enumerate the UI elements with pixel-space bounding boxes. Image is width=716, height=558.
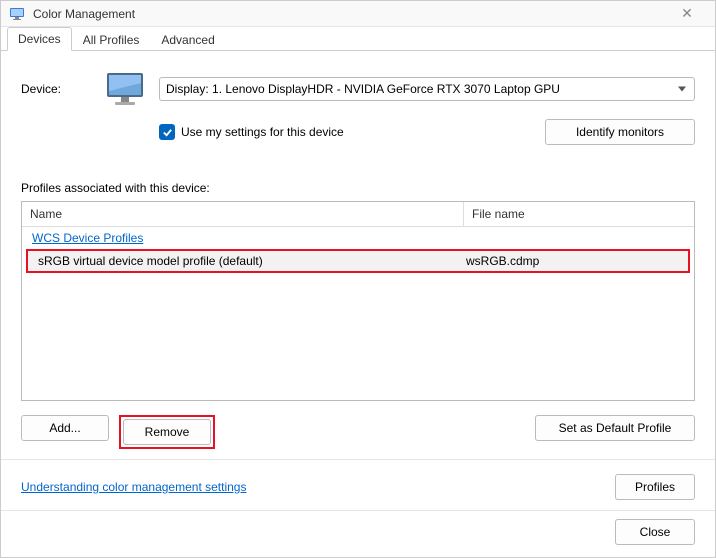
set-default-profile-button[interactable]: Set as Default Profile bbox=[535, 415, 695, 441]
device-row: Device: Display: 1. Lenovo DisplayHDR - … bbox=[21, 69, 695, 109]
profiles-table: Name File name WCS Device Profiles sRGB … bbox=[21, 201, 695, 401]
app-icon bbox=[9, 6, 25, 22]
device-selected-text: Display: 1. Lenovo DisplayHDR - NVIDIA G… bbox=[166, 82, 560, 96]
tab-advanced[interactable]: Advanced bbox=[150, 28, 225, 51]
device-options-row: Use my settings for this device Identify… bbox=[159, 119, 695, 145]
profiles-section-label: Profiles associated with this device: bbox=[21, 181, 695, 195]
use-my-settings-checkbox[interactable]: Use my settings for this device bbox=[159, 124, 545, 140]
titlebar: Color Management ✕ bbox=[1, 1, 715, 27]
close-button[interactable]: Close bbox=[615, 519, 695, 545]
highlight-annotation-remove: Remove bbox=[119, 415, 215, 449]
tab-bar: Devices All Profiles Advanced bbox=[1, 27, 715, 51]
column-header-file[interactable]: File name bbox=[464, 202, 694, 226]
highlight-annotation-row: sRGB virtual device model profile (defau… bbox=[26, 249, 690, 273]
profile-group-header[interactable]: WCS Device Profiles bbox=[22, 227, 694, 249]
tab-all-profiles[interactable]: All Profiles bbox=[72, 28, 151, 51]
identify-monitors-button[interactable]: Identify monitors bbox=[545, 119, 695, 145]
table-body: WCS Device Profiles sRGB virtual device … bbox=[22, 227, 694, 400]
add-button[interactable]: Add... bbox=[21, 415, 109, 441]
column-header-name[interactable]: Name bbox=[22, 202, 464, 226]
profile-name-cell: sRGB virtual device model profile (defau… bbox=[28, 254, 458, 268]
footer-close-row: Close bbox=[1, 510, 715, 557]
profile-file-cell: wsRGB.cdmp bbox=[458, 254, 688, 268]
help-link[interactable]: Understanding color management settings bbox=[21, 480, 615, 494]
tab-panel-devices: Device: Display: 1. Lenovo DisplayHDR - … bbox=[1, 51, 715, 459]
table-header: Name File name bbox=[22, 202, 694, 227]
remove-button[interactable]: Remove bbox=[123, 419, 211, 445]
close-icon[interactable]: ✕ bbox=[667, 5, 707, 22]
profiles-button[interactable]: Profiles bbox=[615, 474, 695, 500]
profile-actions-row: Add... Remove Set as Default Profile bbox=[21, 415, 695, 449]
window-title: Color Management bbox=[33, 7, 667, 21]
use-my-settings-label: Use my settings for this device bbox=[181, 125, 344, 139]
tab-devices[interactable]: Devices bbox=[7, 27, 72, 51]
monitor-icon bbox=[101, 69, 149, 109]
device-dropdown[interactable]: Display: 1. Lenovo DisplayHDR - NVIDIA G… bbox=[159, 77, 695, 101]
checkbox-icon bbox=[159, 124, 175, 140]
spacer bbox=[225, 415, 525, 449]
table-row[interactable]: sRGB virtual device model profile (defau… bbox=[28, 251, 688, 271]
footer-help-row: Understanding color management settings … bbox=[1, 459, 715, 510]
device-label: Device: bbox=[21, 82, 101, 96]
